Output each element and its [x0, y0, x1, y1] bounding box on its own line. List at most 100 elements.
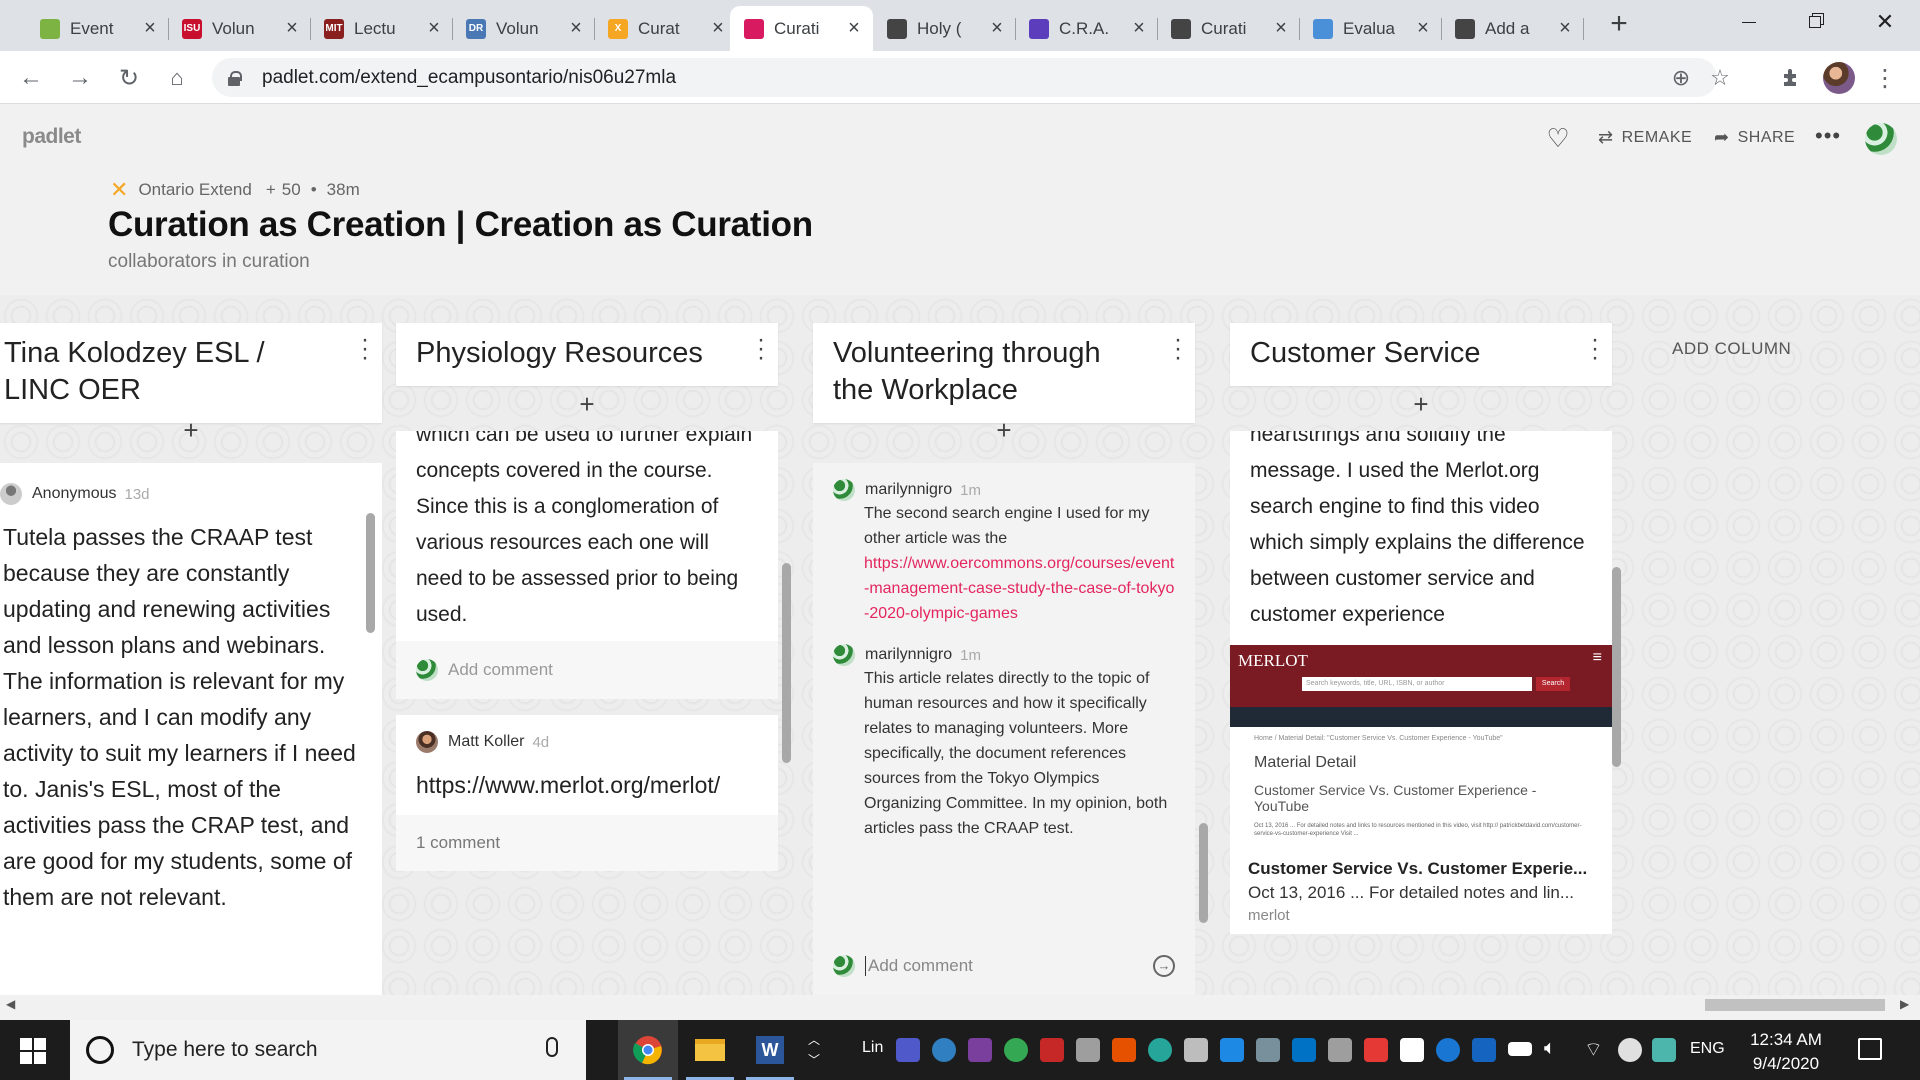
extensions-puzzle-icon[interactable]: [1774, 61, 1808, 95]
wifi-icon[interactable]: ⌔: [1584, 1037, 1603, 1062]
tab-close-icon[interactable]: ×: [425, 17, 443, 40]
tab-close-icon[interactable]: ×: [283, 17, 301, 40]
column-scrollbar[interactable]: [1612, 567, 1621, 767]
browser-tab[interactable]: MIT Lectu ×: [310, 6, 453, 51]
add-comment-field[interactable]: Add comment: [396, 641, 778, 699]
taskbar-word[interactable]: W: [740, 1020, 800, 1080]
app-icon[interactable]: [1076, 1038, 1100, 1062]
add-column-button[interactable]: ADD COLUMN: [1672, 339, 1791, 359]
add-post-button[interactable]: +: [1230, 377, 1612, 431]
comment-link[interactable]: https://www.oercommons.org/courses/event…: [864, 551, 1179, 626]
browser-tab[interactable]: Curati ×: [730, 6, 873, 51]
column-menu-icon[interactable]: · · ·: [1171, 328, 1185, 370]
windows-start-icon[interactable]: [20, 1038, 46, 1064]
cloud-sync-icon[interactable]: [1618, 1038, 1642, 1062]
post-card[interactable]: which can be used to further explain con…: [396, 431, 778, 699]
column-menu-icon[interactable]: · · ·: [1588, 328, 1602, 370]
add-post-button[interactable]: +: [813, 403, 1195, 457]
column-scrollbar[interactable]: [366, 513, 375, 633]
taskbar-search-box[interactable]: Type here to search: [70, 1020, 586, 1080]
taskbar-scroll-arrows-icon[interactable]: ︿ ﹀: [808, 1030, 820, 1070]
tray-label[interactable]: Lin: [862, 1039, 883, 1057]
browser-menu-button[interactable]: ⋮: [1868, 61, 1902, 95]
taskbar-chrome[interactable]: [618, 1020, 678, 1080]
comments-count[interactable]: 1 comment: [396, 815, 778, 871]
globe-icon[interactable]: [1148, 1038, 1172, 1062]
onedrive-icon[interactable]: [1220, 1038, 1244, 1062]
post-card[interactable]: Anonymous 13d Tutela passes the CRAAP te…: [0, 463, 382, 995]
security-icon[interactable]: [1364, 1038, 1388, 1062]
word-small-icon[interactable]: [1472, 1038, 1496, 1062]
ccm-icon[interactable]: [1112, 1038, 1136, 1062]
skype-icon[interactable]: [1436, 1038, 1460, 1062]
home-button[interactable]: ⌂: [160, 61, 194, 95]
teams-icon[interactable]: [896, 1038, 920, 1062]
remake-button[interactable]: ⇄ REMAKE: [1598, 127, 1692, 148]
share-button[interactable]: ➦ SHARE: [1714, 127, 1795, 148]
post-card[interactable]: Matt Koller 4d https://www.merlot.org/me…: [396, 715, 778, 871]
attachment-preview-image[interactable]: MERLOT Search keywords, title, URL, ISBN…: [1230, 645, 1612, 727]
browser-tab[interactable]: C.R.A. ×: [1015, 6, 1158, 51]
tab-close-icon[interactable]: ×: [1414, 17, 1432, 40]
onenote-icon[interactable]: [968, 1038, 992, 1062]
post-card[interactable]: heartstrings and solidify the message. I…: [1230, 431, 1612, 934]
acrobat-icon[interactable]: [1040, 1038, 1064, 1062]
tab-close-icon[interactable]: ×: [567, 17, 585, 40]
add-comment-field[interactable]: Add comment →: [813, 937, 1195, 995]
back-button[interactable]: ←: [14, 61, 48, 95]
bookmark-star-icon[interactable]: ☆: [1707, 65, 1733, 91]
attachment-info[interactable]: Customer Service Vs. Customer Experie...…: [1230, 859, 1612, 934]
microphone-icon[interactable]: [546, 1037, 558, 1057]
notifications-icon[interactable]: [1858, 1038, 1882, 1060]
reload-button[interactable]: ↻: [112, 61, 146, 95]
column-menu-icon[interactable]: · · ·: [754, 328, 768, 370]
shield-icon[interactable]: [1400, 1038, 1424, 1062]
restore-button[interactable]: [1782, 0, 1848, 44]
tray-app-icon[interactable]: [1652, 1038, 1676, 1062]
tab-close-icon[interactable]: ×: [1272, 17, 1290, 40]
forward-button[interactable]: →: [63, 61, 97, 95]
system-clock[interactable]: 12:34 AM 9/4/2020: [1730, 1028, 1842, 1076]
add-post-button[interactable]: +: [396, 377, 778, 431]
add-post-button[interactable]: +: [0, 403, 382, 457]
user-avatar[interactable]: [1865, 123, 1897, 155]
browser-tab[interactable]: X Curat ×: [594, 6, 737, 51]
profile-avatar[interactable]: [1822, 61, 1856, 95]
taskbar-file-explorer[interactable]: [680, 1020, 740, 1080]
tab-close-icon[interactable]: ×: [1556, 17, 1574, 40]
mail-icon[interactable]: [1184, 1038, 1208, 1062]
send-arrow-icon[interactable]: →: [1153, 955, 1175, 977]
more-options-icon[interactable]: •••: [1815, 123, 1841, 149]
tab-close-icon[interactable]: ×: [845, 17, 863, 40]
chrome-small-icon[interactable]: [1004, 1038, 1028, 1062]
browser-tab[interactable]: ISU Volun ×: [168, 6, 311, 51]
tab-close-icon[interactable]: ×: [709, 17, 727, 40]
post-link[interactable]: https://www.merlot.org/merlot/: [396, 767, 778, 815]
scroll-left-arrow-icon[interactable]: ◀: [6, 997, 15, 1011]
minimize-button[interactable]: [1716, 0, 1782, 44]
scroll-thumb[interactable]: [1705, 999, 1885, 1011]
outlook-icon[interactable]: [1292, 1038, 1316, 1062]
add-to-page-icon[interactable]: ⊕: [1668, 65, 1694, 91]
url-text[interactable]: padlet.com/extend_ecampusontario/nis06u2…: [262, 67, 676, 89]
monitor-icon[interactable]: [1256, 1038, 1280, 1062]
column-scrollbar[interactable]: [1199, 823, 1208, 923]
new-tab-button[interactable]: +: [1603, 9, 1635, 41]
column-menu-icon[interactable]: · · ·: [358, 328, 372, 370]
window-close-button[interactable]: ✕: [1852, 0, 1918, 44]
like-heart-icon[interactable]: ♡: [1545, 125, 1571, 151]
tab-close-icon[interactable]: ×: [988, 17, 1006, 40]
browser-tab[interactable]: Holy (×: [873, 6, 1016, 51]
board-horizontal-scrollbar[interactable]: ◀ ▶: [0, 995, 1920, 1015]
browser-tab[interactable]: Evalua ×: [1299, 6, 1442, 51]
tab-close-icon[interactable]: ×: [1130, 17, 1148, 40]
scroll-right-arrow-icon[interactable]: ▶: [1900, 997, 1909, 1011]
browser-tab[interactable]: Curati ×: [1157, 6, 1300, 51]
edge-icon[interactable]: [932, 1038, 956, 1062]
board-owner[interactable]: Ontario Extend: [138, 180, 251, 200]
browser-tab[interactable]: Event ×: [26, 6, 169, 51]
tab-close-icon[interactable]: ×: [141, 17, 159, 40]
padlet-logo[interactable]: padlet: [22, 125, 81, 149]
volume-icon[interactable]: 🔈︎: [1544, 1037, 1556, 1060]
battery-icon[interactable]: [1508, 1042, 1532, 1056]
